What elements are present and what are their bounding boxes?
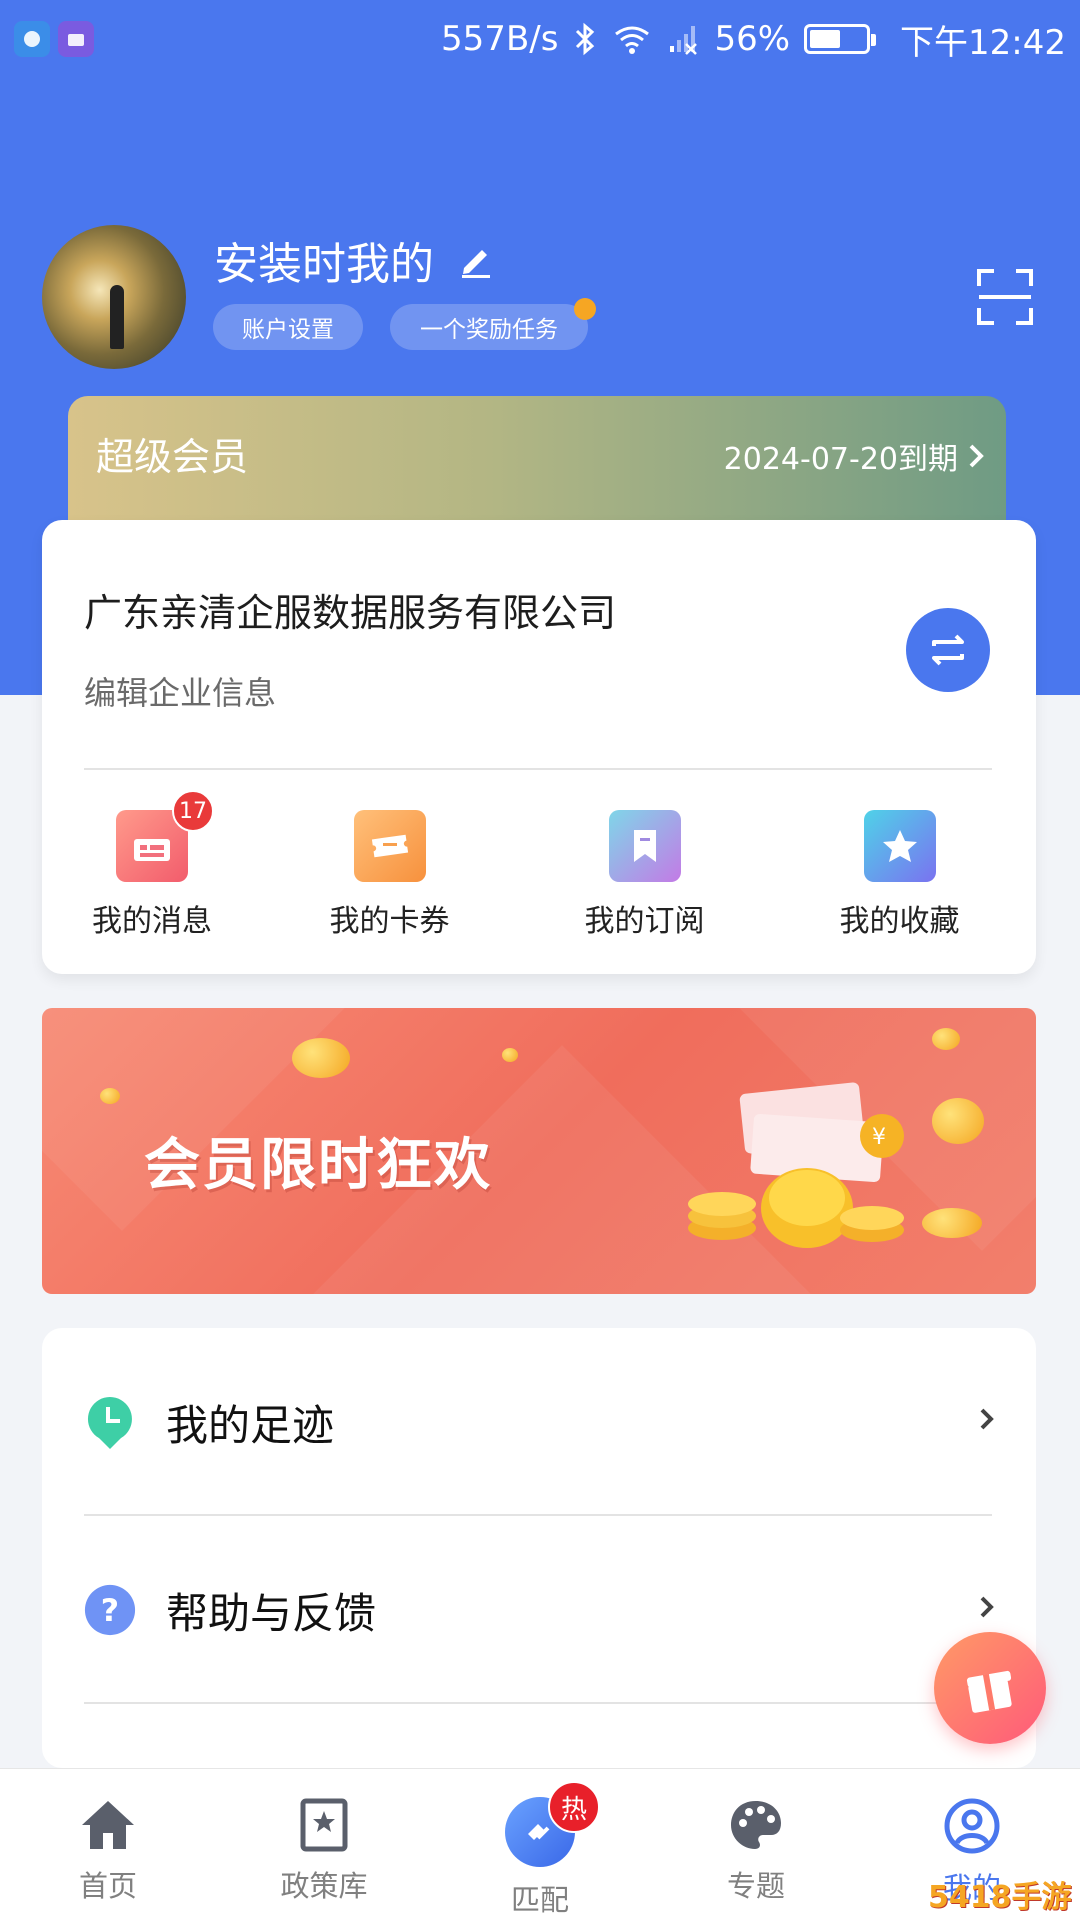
piggy-bank-illustration: ¥ bbox=[688, 1082, 904, 1248]
shortcut-label: 我的收藏 bbox=[839, 904, 960, 939]
chevron-right-icon bbox=[969, 444, 984, 468]
company-card: 广东亲清企服数据服务有限公司 编辑企业信息 17 我的消息 我的卡券 我的订阅 bbox=[42, 520, 1036, 974]
net-speed: 557B/s bbox=[441, 19, 559, 59]
chevron-right-icon bbox=[980, 1596, 994, 1618]
divider bbox=[84, 1702, 992, 1704]
battery-percent: 56% bbox=[714, 19, 791, 59]
menu-label: 帮助与反馈 bbox=[166, 1588, 377, 1638]
coin-decoration bbox=[932, 1098, 984, 1144]
svg-text:?: ? bbox=[101, 1593, 119, 1629]
divider bbox=[84, 768, 992, 770]
menu-item-help[interactable]: ? 帮助与反馈 bbox=[42, 1516, 1036, 1704]
subscribe-icon bbox=[608, 810, 681, 882]
nav-label: 首页 bbox=[78, 1869, 137, 1903]
svg-text:¥: ¥ bbox=[872, 1125, 886, 1150]
shortcut-coupons[interactable]: 我的卡券 bbox=[262, 810, 517, 940]
switch-icon bbox=[932, 634, 964, 666]
switch-company-button[interactable] bbox=[906, 608, 990, 692]
notification-dot bbox=[574, 298, 596, 320]
shortcut-label: 我的卡券 bbox=[329, 904, 450, 939]
coin-decoration bbox=[100, 1088, 120, 1104]
clock-icon bbox=[84, 1396, 136, 1449]
shortcut-row: 17 我的消息 我的卡券 我的订阅 我的收藏 bbox=[42, 790, 1036, 940]
status-bar: 557B/s 56% 下午12:42 bbox=[0, 0, 1080, 78]
help-icon: ? bbox=[84, 1584, 136, 1636]
menu-list: 我的足迹 ? 帮助与反馈 bbox=[42, 1328, 1036, 1768]
gift-button[interactable] bbox=[934, 1632, 1046, 1744]
nav-label: 专题 bbox=[726, 1869, 785, 1903]
battery-icon bbox=[804, 24, 877, 54]
signal-icon bbox=[670, 26, 698, 55]
coin-decoration bbox=[502, 1048, 518, 1062]
clock: 下午12:42 bbox=[900, 22, 1066, 63]
banner-headline: 会员限时狂欢 bbox=[144, 1133, 492, 1198]
promo-banner[interactable]: 会员限时狂欢 ¥ bbox=[42, 1008, 1036, 1294]
user-icon bbox=[944, 1798, 1000, 1854]
nav-label: 政策库 bbox=[280, 1869, 368, 1903]
shortcut-subscriptions[interactable]: 我的订阅 bbox=[517, 810, 772, 940]
shortcut-label: 我的订阅 bbox=[584, 904, 705, 939]
edit-company-link[interactable]: 编辑企业信息 bbox=[84, 668, 276, 714]
notification-app-icon bbox=[14, 21, 50, 57]
nav-label: 匹配 bbox=[510, 1883, 569, 1917]
watermark: 5418手游网 bbox=[928, 1880, 1072, 1915]
chevron-right-icon bbox=[980, 1408, 994, 1430]
account-settings-label: 账户设置 bbox=[242, 317, 334, 343]
vip-expiry-label: 2024-07-20到期 bbox=[723, 442, 958, 477]
wifi-icon bbox=[615, 26, 650, 54]
edit-pencil-icon[interactable] bbox=[458, 242, 494, 278]
unread-badge: 17 bbox=[172, 790, 214, 832]
nav-match[interactable]: 热 匹配 bbox=[432, 1769, 648, 1920]
coupon-icon bbox=[353, 810, 426, 882]
hot-badge: 热 bbox=[548, 1781, 600, 1833]
shortcut-favorites[interactable]: 我的收藏 bbox=[772, 810, 1027, 940]
gift-icon bbox=[966, 1670, 1012, 1713]
bluetooth-icon bbox=[576, 22, 595, 56]
home-icon bbox=[82, 1801, 134, 1849]
menu-item-footprint[interactable]: 我的足迹 bbox=[42, 1328, 1036, 1516]
account-settings-button[interactable]: 账户设置 bbox=[213, 304, 363, 350]
vip-title: 超级会员 bbox=[96, 435, 249, 479]
username-row[interactable]: 安装时我的 bbox=[214, 228, 494, 292]
nav-home[interactable]: 首页 bbox=[0, 1769, 216, 1920]
nav-policy[interactable]: 政策库 bbox=[216, 1769, 432, 1920]
company-name: 广东亲清企服数据服务有限公司 bbox=[84, 591, 617, 635]
coin-decoration bbox=[932, 1028, 960, 1050]
menu-label: 我的足迹 bbox=[166, 1400, 335, 1450]
bottom-nav: 首页 政策库 热 匹配 专题 我的 bbox=[0, 1768, 1080, 1920]
shortcut-messages[interactable]: 17 我的消息 bbox=[42, 790, 262, 940]
vip-expiry: 2024-07-20到期 bbox=[724, 434, 984, 478]
coin-decoration bbox=[292, 1038, 350, 1078]
palette-icon bbox=[731, 1801, 781, 1849]
scan-icon[interactable] bbox=[976, 268, 1034, 326]
policy-icon bbox=[300, 1798, 348, 1852]
username: 安装时我的 bbox=[214, 239, 434, 290]
star-icon bbox=[863, 810, 936, 882]
coin-decoration bbox=[922, 1208, 982, 1238]
reward-task-button[interactable]: 一个奖励任务 bbox=[390, 298, 596, 350]
shortcut-label: 我的消息 bbox=[92, 904, 212, 939]
nav-topics[interactable]: 专题 bbox=[648, 1769, 864, 1920]
reward-task-label: 一个奖励任务 bbox=[420, 317, 558, 343]
notification-app-icon bbox=[58, 21, 94, 57]
avatar[interactable] bbox=[42, 225, 186, 369]
vip-banner[interactable]: 超级会员 2024-07-20到期 bbox=[68, 396, 1006, 536]
